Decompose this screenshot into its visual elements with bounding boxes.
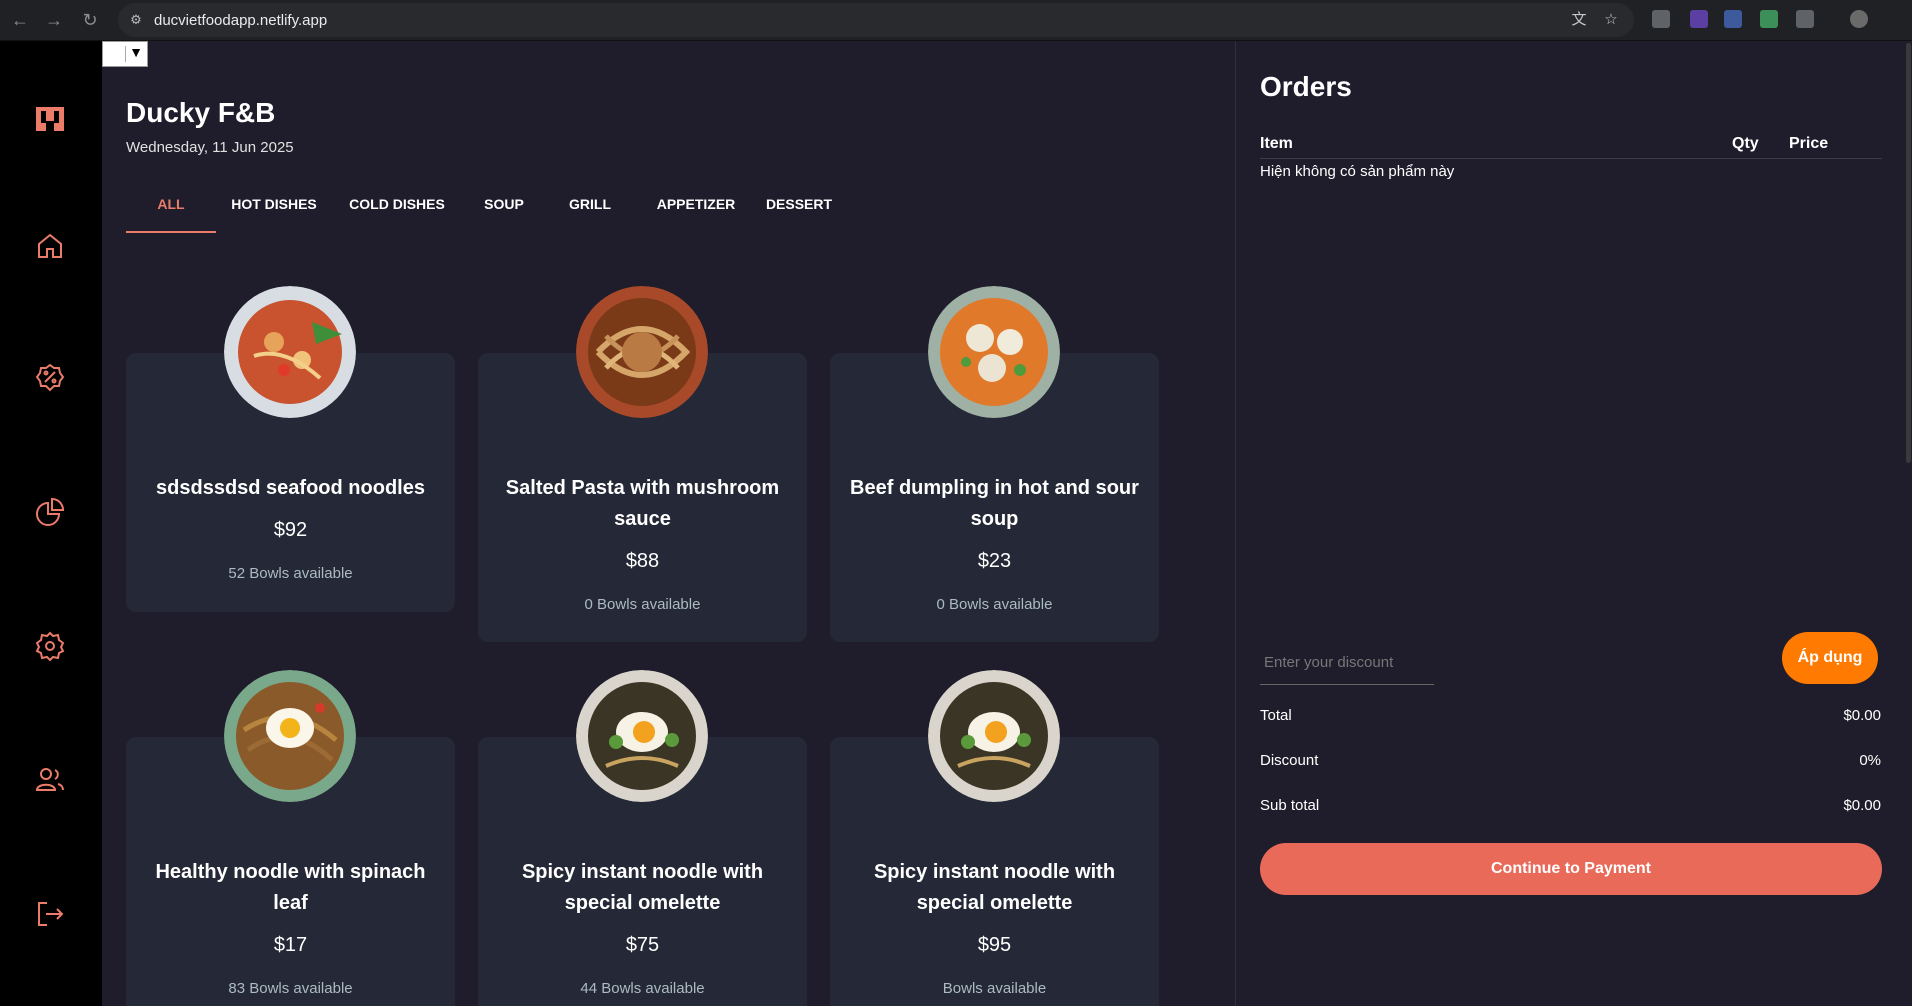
tab-all[interactable]: ALL (126, 191, 216, 233)
column-price: Price (1789, 135, 1829, 152)
dish-availability: 52 Bowls available (228, 565, 353, 582)
back-icon[interactable]: ← (8, 8, 32, 32)
dish-name: Beef dumpling in hot and sour soup (850, 477, 1139, 530)
reload-icon[interactable]: ↻ (78, 8, 102, 32)
dish-name: sdsdssdsd seafood noodles (156, 477, 425, 499)
dish-availability: 0 Bowls available (936, 596, 1053, 613)
translate-icon[interactable]: 文 (1570, 11, 1588, 29)
subtotal-value: $0.00 (1843, 797, 1881, 814)
tab-dessert[interactable]: DESSERT (754, 191, 844, 233)
forward-icon[interactable]: → (42, 8, 66, 32)
language-select[interactable]: ▼ (102, 41, 148, 67)
continue-to-payment-button[interactable]: Continue to Payment (1260, 843, 1882, 895)
sidebar (0, 41, 102, 1006)
current-date: Wednesday, 11 Jun 2025 (126, 139, 294, 156)
extension-camera-icon[interactable] (1652, 10, 1670, 28)
column-qty: Qty (1732, 135, 1759, 152)
dish-image (928, 286, 1060, 418)
dish-name: Healthy noodle with spinach leaf (155, 861, 426, 914)
address-bar[interactable]: ⚙ ducvietfoodapp.netlify.app 文 ☆ (118, 3, 1634, 37)
dish-image (576, 670, 708, 802)
scrollbar[interactable] (1905, 41, 1912, 1006)
dish-image (928, 670, 1060, 802)
dish-name: Spicy instant noodle with special omelet… (521, 861, 764, 914)
tab-grill[interactable]: GRILL (560, 191, 620, 233)
scrollbar-thumb[interactable] (1906, 43, 1911, 463)
apply-discount-button[interactable]: Áp dụng (1782, 632, 1878, 684)
site-info-icon[interactable]: ⚙ (128, 12, 144, 28)
total-label: Total (1260, 707, 1292, 724)
url-text[interactable]: ducvietfoodapp.netlify.app (154, 12, 327, 29)
dish-image (224, 286, 356, 418)
extensions-puzzle-icon[interactable] (1796, 10, 1814, 28)
dish-price: $95 (977, 934, 1012, 956)
empty-orders-message: Hiện không có sản phẩm này (1260, 163, 1455, 180)
dish-availability: Bowls available (942, 980, 1047, 997)
subtotal-label: Sub total (1260, 797, 1320, 814)
chevron-down-icon: ▼ (129, 44, 143, 60)
divider (1260, 158, 1882, 159)
browser-toolbar: ← → ↻ ⚙ ducvietfoodapp.netlify.app 文 ☆ (0, 0, 1912, 41)
column-item: Item (1260, 135, 1293, 152)
dish-name: Spicy instant noodle with special omelet… (873, 861, 1116, 914)
logout-icon[interactable] (33, 897, 67, 931)
tab-soup[interactable]: SOUP (474, 191, 534, 233)
users-icon[interactable] (33, 763, 67, 797)
page-title: Ducky F&B (126, 97, 276, 128)
discount-input[interactable] (1260, 641, 1434, 685)
discount-value: 0% (1859, 752, 1881, 769)
orders-panel: Orders Item Qty Price Hiện không có sản … (1235, 41, 1905, 1006)
dish-availability: 44 Bowls available (580, 980, 705, 997)
dish-image (224, 670, 356, 802)
bookmark-star-icon[interactable]: ☆ (1602, 11, 1620, 29)
dish-name: Salted Pasta with mushroom sauce (505, 477, 780, 530)
settings-icon[interactable] (33, 629, 67, 663)
tab-hot-dishes[interactable]: HOT DISHES (224, 191, 324, 233)
extension-icon[interactable] (1724, 10, 1742, 28)
total-value: $0.00 (1843, 707, 1881, 724)
dish-price: $88 (625, 550, 660, 572)
dish-price: $23 (977, 550, 1012, 572)
menu-panel: ▼ Ducky F&B Wednesday, 11 Jun 2025 ALL H… (102, 41, 1235, 1006)
profile-avatar[interactable] (1850, 10, 1868, 28)
dish-availability: 0 Bowls available (584, 596, 701, 613)
dish-availability: 83 Bowls available (228, 980, 353, 997)
dish-price: $75 (625, 934, 660, 956)
dish-price: $17 (273, 934, 308, 956)
extension-icon[interactable] (1690, 10, 1708, 28)
discount-label: Discount (1260, 752, 1319, 769)
extension-icon[interactable] (1760, 10, 1778, 28)
orders-title: Orders (1260, 71, 1352, 102)
home-icon[interactable] (33, 229, 67, 263)
store-icon[interactable] (33, 101, 67, 135)
category-tabs: ALL HOT DISHES COLD DISHES SOUP GRILL AP… (126, 191, 1186, 233)
tab-appetizer[interactable]: APPETIZER (646, 191, 746, 233)
tab-cold-dishes[interactable]: COLD DISHES (342, 191, 452, 233)
chart-icon[interactable] (33, 495, 67, 529)
dish-image (576, 286, 708, 418)
discount-icon[interactable] (33, 361, 67, 395)
dish-price: $92 (273, 519, 308, 541)
